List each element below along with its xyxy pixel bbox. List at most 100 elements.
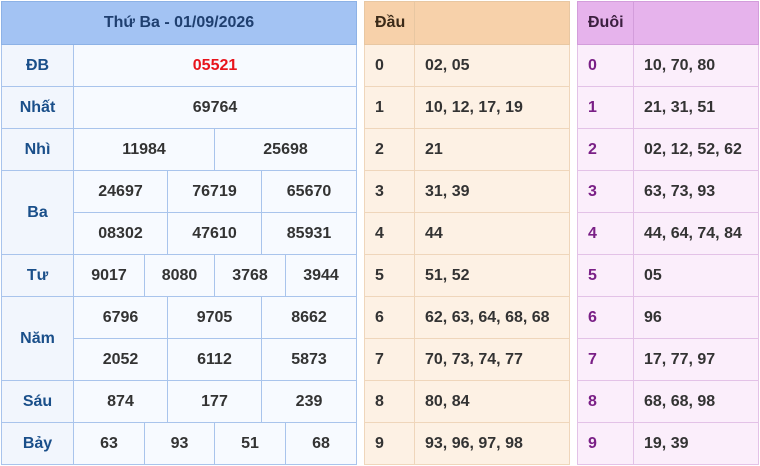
heads-panel: Đầu 0 02, 05 1 10, 12, 17, 19 2 21 3 31, 39 … [364, 1, 570, 465]
prize-value: 85931 [260, 212, 358, 255]
prize-row-ba: Ba 24697 76719 65670 [1, 170, 358, 255]
prize-row-nam: Năm 6796 9705 8662 [1, 296, 358, 381]
tails-values: 21, 31, 51 [633, 86, 759, 129]
prize-value: 65670 [260, 170, 358, 213]
prize-value: 11984 [73, 128, 215, 171]
prize-value: 76719 [167, 170, 262, 213]
prize-value: 874 [73, 380, 168, 423]
prize-value: 24697 [73, 170, 168, 213]
tails-values: 68, 68, 98 [633, 380, 759, 423]
heads-values: 70, 73, 74, 77 [414, 338, 570, 381]
special-prize-value: 05521 [72, 44, 358, 87]
heads-row: 6 62, 63, 64, 68, 68 [364, 296, 570, 339]
heads-key: 2 [364, 128, 415, 171]
prize-row-nhi: Nhì 11984 25698 [1, 128, 358, 171]
heads-row: 1 10, 12, 17, 19 [364, 86, 570, 129]
prize-value: 6112 [167, 338, 262, 381]
heads-values: 02, 05 [414, 44, 570, 87]
heads-table: Đầu 0 02, 05 1 10, 12, 17, 19 2 21 3 31, 39 … [364, 1, 570, 465]
tails-values: 44, 64, 74, 84 [633, 212, 759, 255]
heads-row: 4 44 [364, 212, 570, 255]
heads-row: 0 02, 05 [364, 44, 570, 87]
prize-value: 9705 [167, 296, 262, 339]
prize-row-tu: Tư 9017 8080 3768 3944 [1, 254, 358, 297]
tails-panel: Đuôi 0 10, 70, 80 1 21, 31, 51 2 02, 12, 52… [577, 1, 759, 465]
prize-value: 68 [284, 422, 358, 465]
prize-value: 239 [260, 380, 358, 423]
tails-key: 6 [577, 296, 634, 339]
heads-key: 1 [364, 86, 415, 129]
tails-key: 2 [577, 128, 634, 171]
tails-row: 2 02, 12, 52, 62 [577, 128, 759, 171]
heads-values: 93, 96, 97, 98 [414, 422, 570, 465]
tails-row: 6 96 [577, 296, 759, 339]
prize-row-nhat: Nhất 69764 [1, 86, 358, 129]
tails-key: 5 [577, 254, 634, 297]
tails-row: 1 21, 31, 51 [577, 86, 759, 129]
prize-label: Tư [1, 254, 74, 297]
results-date-title: Thứ Ba - 01/09/2026 [0, 1, 358, 45]
tails-values: 10, 70, 80 [633, 44, 759, 87]
tails-row: 8 68, 68, 98 [577, 380, 759, 423]
tails-key: 0 [577, 44, 634, 87]
prize-value: 47610 [167, 212, 262, 255]
heads-values: 80, 84 [414, 380, 570, 423]
heads-row: 5 51, 52 [364, 254, 570, 297]
prize-value: 6796 [73, 296, 168, 339]
prize-value: 8080 [144, 254, 215, 297]
tails-key: 3 [577, 170, 634, 213]
tails-values: 17, 77, 97 [633, 338, 759, 381]
heads-key: 3 [364, 170, 415, 213]
prize-value: 8662 [260, 296, 358, 339]
tails-row: 7 17, 77, 97 [577, 338, 759, 381]
tails-values: 02, 12, 52, 62 [633, 128, 759, 171]
prize-value: 5873 [260, 338, 358, 381]
results-panel: Thứ Ba - 01/09/2026 ĐB 05521 Nhất 69764 … [0, 1, 358, 465]
heads-values: 44 [414, 212, 570, 255]
tails-row: 0 10, 70, 80 [577, 44, 759, 87]
prize-label: Nhì [1, 128, 74, 171]
tails-values: 63, 73, 93 [633, 170, 759, 213]
tails-row: 3 63, 73, 93 [577, 170, 759, 213]
prize-row-sau: Sáu 874 177 239 [1, 380, 358, 423]
prize-value: 25698 [213, 128, 358, 171]
prize-value: 3944 [284, 254, 358, 297]
prize-value: 3768 [214, 254, 286, 297]
tails-key: 7 [577, 338, 634, 381]
prize-label: ĐB [1, 44, 74, 87]
tails-key: 8 [577, 380, 634, 423]
results-table: Thứ Ba - 01/09/2026 ĐB 05521 Nhất 69764 … [0, 1, 358, 465]
heads-values: 10, 12, 17, 19 [414, 86, 570, 129]
heads-values: 31, 39 [414, 170, 570, 213]
tails-values: 96 [633, 296, 759, 339]
heads-key: 6 [364, 296, 415, 339]
prize-value: 177 [167, 380, 262, 423]
prize-row-bay: Bảy 63 93 51 68 [1, 422, 358, 465]
tails-title: Đuôi [577, 1, 634, 45]
prize-label: Bảy [1, 422, 74, 465]
tails-key: 1 [577, 86, 634, 129]
tails-row: 4 44, 64, 74, 84 [577, 212, 759, 255]
heads-row: 9 93, 96, 97, 98 [364, 422, 570, 465]
tails-title-blank [633, 1, 759, 45]
heads-values: 62, 63, 64, 68, 68 [414, 296, 570, 339]
prize-value: 51 [214, 422, 286, 465]
prize-label: Ba [1, 170, 74, 255]
heads-title-blank [414, 1, 570, 45]
prize-value: 69764 [72, 86, 358, 129]
prize-label: Năm [1, 296, 74, 381]
prize-value: 63 [73, 422, 145, 465]
prize-row-db: ĐB 05521 [1, 44, 358, 87]
heads-row: 3 31, 39 [364, 170, 570, 213]
prize-value: 2052 [73, 338, 168, 381]
heads-row: 8 80, 84 [364, 380, 570, 423]
heads-key: 7 [364, 338, 415, 381]
prize-value: 93 [144, 422, 215, 465]
heads-key: 9 [364, 422, 415, 465]
tails-row: 9 19, 39 [577, 422, 759, 465]
heads-row: 2 21 [364, 128, 570, 171]
prize-value: 08302 [73, 212, 168, 255]
prize-label: Sáu [1, 380, 74, 423]
prize-label: Nhất [1, 86, 74, 129]
heads-values: 21 [414, 128, 570, 171]
